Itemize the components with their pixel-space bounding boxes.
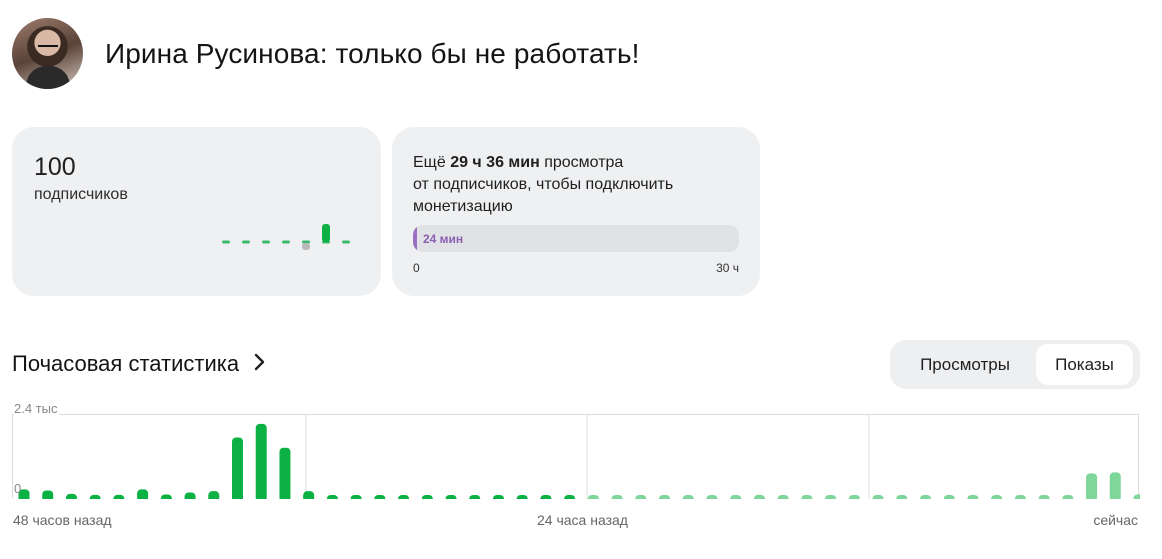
monetization-line3: монетизацию <box>413 198 513 215</box>
hourly-stats-title: Почасовая статистика <box>12 351 240 376</box>
hourly-bar[interactable] <box>777 495 789 499</box>
monetization-time-left: 29 ч 36 мин <box>450 154 540 171</box>
hourly-bar[interactable] <box>492 495 504 499</box>
metric-toggle: Просмотры Показы <box>890 340 1140 389</box>
sparkline-tick <box>342 240 350 244</box>
x-axis-label-start: 48 часов назад <box>13 512 112 528</box>
progress-fill <box>413 225 418 252</box>
hourly-bar[interactable] <box>635 495 647 499</box>
hourly-bar[interactable] <box>1062 495 1074 499</box>
hourly-bar[interactable] <box>469 495 481 499</box>
chevron-right-icon[interactable] <box>253 351 267 377</box>
hourly-bar[interactable] <box>398 495 410 499</box>
hourly-bar[interactable] <box>208 491 220 499</box>
hourly-bar[interactable] <box>943 495 955 499</box>
hourly-bar[interactable] <box>374 495 386 499</box>
x-axis-label-middle: 24 часа назад <box>537 512 628 528</box>
channel-title: Ирина Русинова: только бы не работать! <box>105 37 640 69</box>
hourly-bar[interactable] <box>65 493 77 499</box>
sparkline-tick <box>282 240 290 244</box>
monetization-card[interactable]: Ещё 29 ч 36 мин просмотра от подписчиков… <box>392 127 760 296</box>
avatar-glasses <box>38 45 58 50</box>
hourly-bar[interactable] <box>540 495 552 499</box>
sparkline-bar-negative <box>302 243 310 250</box>
hourly-bar[interactable] <box>967 495 979 499</box>
hourly-bar[interactable] <box>1109 472 1121 499</box>
hourly-stats-link[interactable]: Почасовая статистика <box>12 351 267 377</box>
subscribers-card[interactable]: 100 подписчиков <box>12 127 381 296</box>
avatar-figure <box>26 66 70 89</box>
hourly-bar[interactable] <box>421 495 433 499</box>
hourly-bar[interactable] <box>1133 494 1141 499</box>
y-axis-max-label: 2.4 тыс <box>14 401 60 416</box>
hourly-bar[interactable] <box>1038 495 1050 499</box>
sparkline-bar <box>322 224 330 242</box>
hourly-chart-svg <box>18 415 1141 500</box>
monetization-text: Ещё 29 ч 36 мин просмотра от подписчиков… <box>413 152 743 218</box>
hourly-bar[interactable] <box>160 494 172 499</box>
monetization-text-after: просмотра <box>539 154 624 171</box>
hourly-bar[interactable] <box>730 495 742 499</box>
toggle-impressions-button[interactable]: Показы <box>1036 344 1133 385</box>
hourly-bar[interactable] <box>113 494 125 499</box>
hourly-bar[interactable] <box>279 447 291 499</box>
sparkline-tick <box>262 240 270 244</box>
hourly-chart <box>12 414 1141 500</box>
sparkline-tick <box>222 240 230 244</box>
hourly-bar[interactable] <box>872 495 884 499</box>
hourly-bar[interactable] <box>682 495 694 499</box>
hourly-bar[interactable] <box>326 495 338 499</box>
subscribers-label: подписчиков <box>34 186 128 203</box>
hourly-bar[interactable] <box>42 490 54 499</box>
hourly-bar[interactable] <box>445 495 457 499</box>
hourly-bar[interactable] <box>255 423 267 499</box>
hourly-bar[interactable] <box>659 495 671 499</box>
hourly-bar[interactable] <box>1086 473 1098 499</box>
progress-scale-max: 30 ч <box>716 261 739 275</box>
monetization-progress-bar: 24 мин <box>413 225 739 252</box>
hourly-bar[interactable] <box>919 495 931 499</box>
y-axis-zero-label: 0 <box>14 481 22 496</box>
hourly-bar[interactable] <box>587 495 599 499</box>
hourly-bar[interactable] <box>184 492 196 499</box>
hourly-bar[interactable] <box>1014 495 1026 499</box>
progress-scale-min: 0 <box>413 261 420 275</box>
hourly-bar[interactable] <box>350 495 362 499</box>
monetization-line2: от подписчиков, чтобы подключить <box>413 176 674 193</box>
hourly-bar[interactable] <box>991 495 1003 499</box>
hourly-bar[interactable] <box>825 495 837 499</box>
hourly-bar[interactable] <box>564 495 576 499</box>
hourly-bar[interactable] <box>848 495 860 499</box>
hourly-bar[interactable] <box>753 494 765 499</box>
hourly-bar[interactable] <box>611 495 623 499</box>
hourly-bar[interactable] <box>516 495 528 499</box>
subscribers-sparkline <box>222 224 350 250</box>
avatar[interactable] <box>12 18 83 89</box>
monetization-text-before: Ещё <box>413 154 451 171</box>
hourly-bar[interactable] <box>137 489 149 499</box>
hourly-bar[interactable] <box>896 495 908 499</box>
hourly-bar[interactable] <box>706 495 718 499</box>
sparkline-tick <box>242 240 250 244</box>
channel-header: Ирина Русинова: только бы не работать! <box>12 18 640 89</box>
hourly-bar[interactable] <box>303 491 315 499</box>
toggle-views-button[interactable]: Просмотры <box>894 344 1036 385</box>
subscribers-count: 100 <box>34 153 76 181</box>
hourly-bar[interactable] <box>801 495 813 499</box>
progress-label: 24 мин <box>423 232 464 246</box>
hourly-bar[interactable] <box>232 437 244 500</box>
hourly-bar[interactable] <box>89 494 101 499</box>
x-axis-label-end: сейчас <box>1093 512 1138 528</box>
